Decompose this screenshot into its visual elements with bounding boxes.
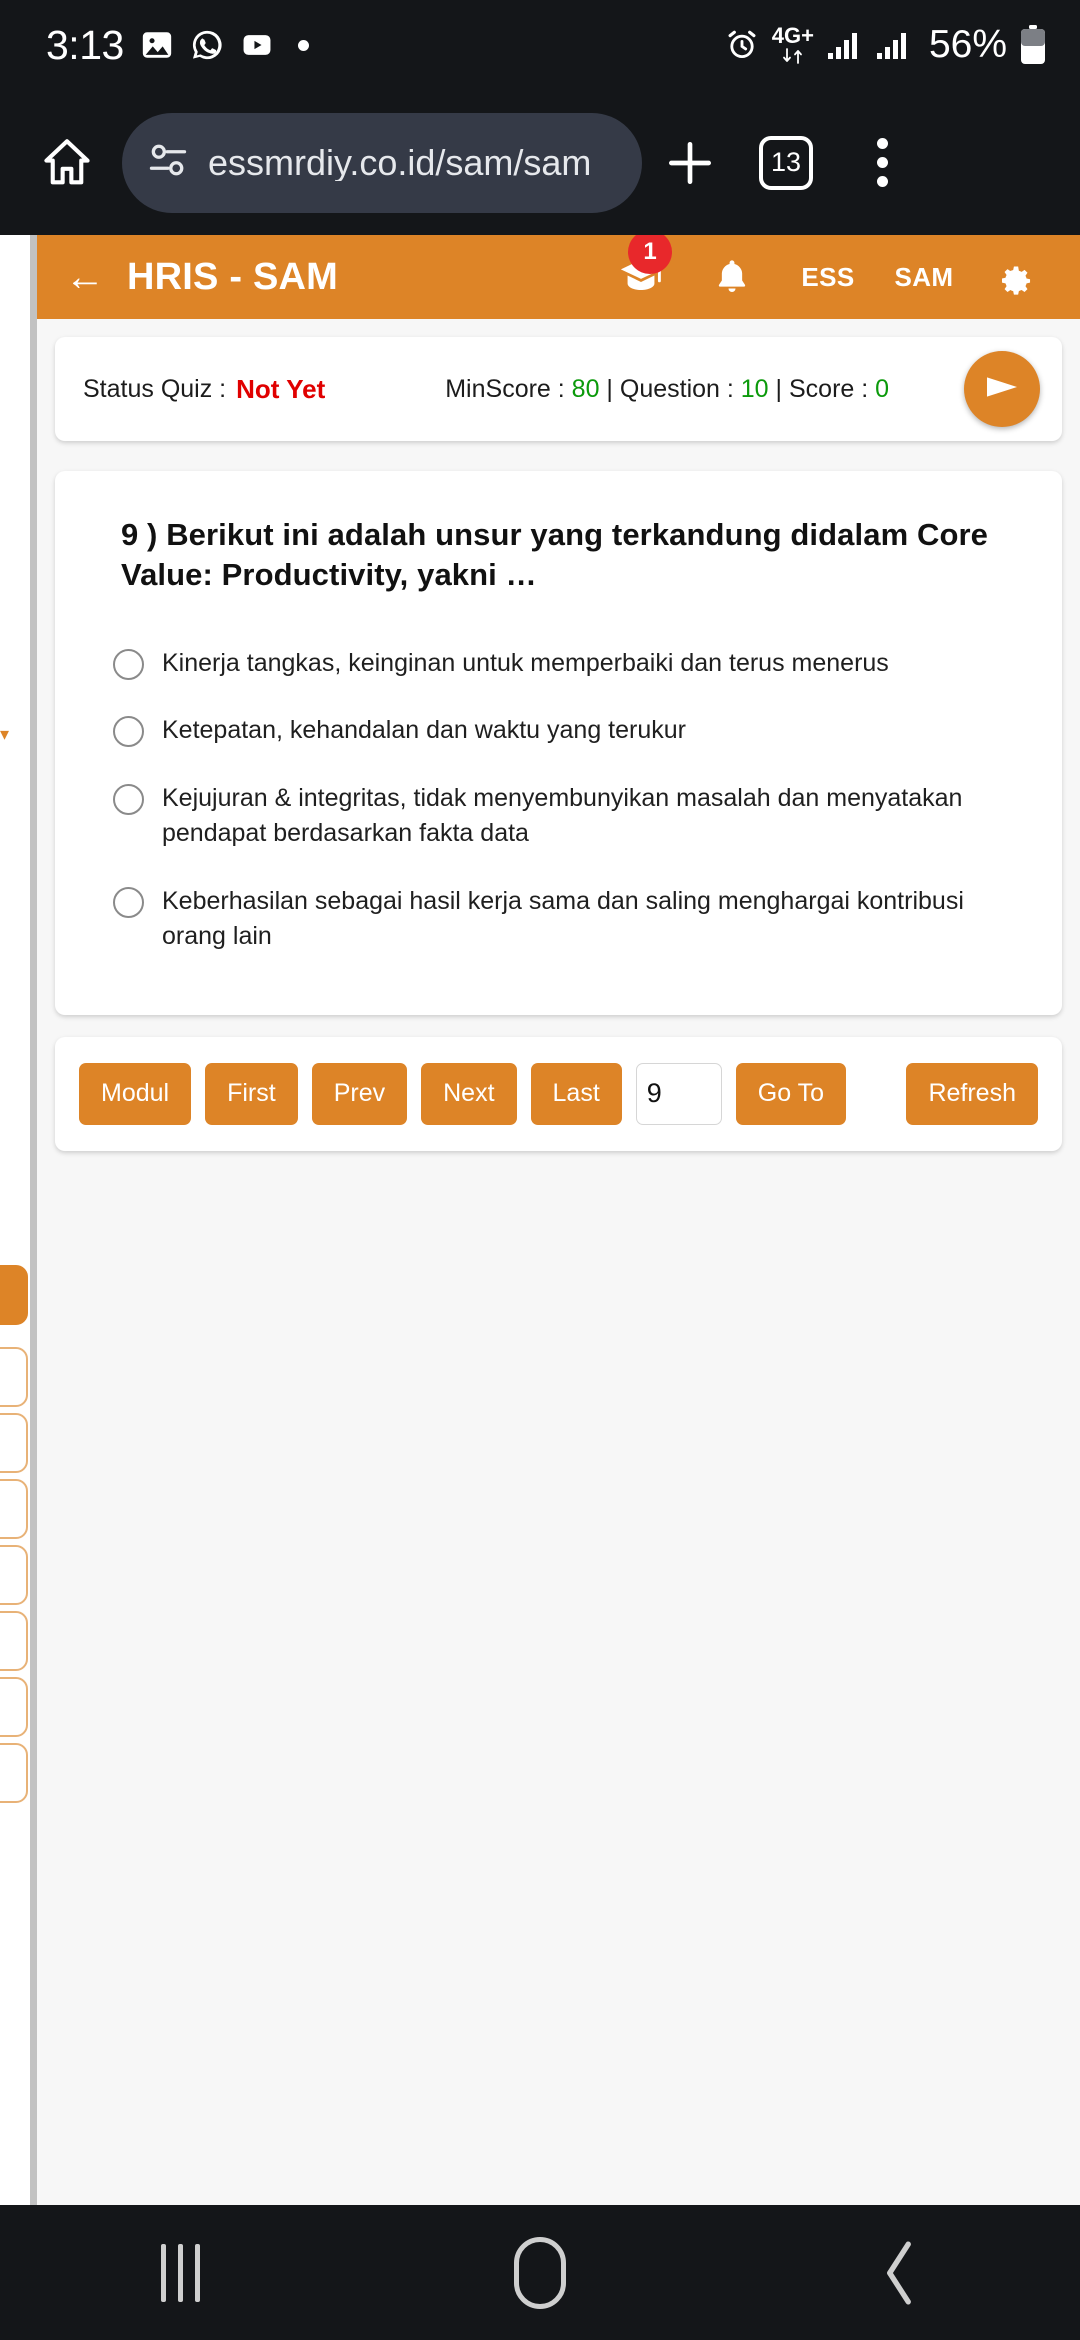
quiz-question-card: 9 ) Berikut ini adalah unsur yang terkan…	[55, 471, 1062, 1015]
quiz-status-card: Status Quiz : Not Yet MinScore : 80 | Qu…	[55, 337, 1062, 441]
app-header-actions: 1 ESS SAM	[598, 235, 1054, 300]
sidebar-chip[interactable]	[0, 1413, 28, 1473]
sidebar-chip[interactable]	[0, 1479, 28, 1539]
home-button-icon[interactable]	[440, 2236, 640, 2309]
quiz-navigation-card: Modul First Prev Next Last Go To Refresh	[55, 1036, 1062, 1151]
score-value: 0	[875, 374, 890, 403]
photos-icon	[140, 28, 174, 62]
radio-button-icon[interactable]	[113, 716, 144, 748]
sidebar-chip[interactable]	[0, 1545, 28, 1605]
browser-toolbar: essmrdiy.co.id/sam/sam 13	[0, 90, 1080, 235]
signal-icon-sim2	[876, 30, 912, 60]
app-header: ← HRIS - SAM 1 ESS SAM	[37, 235, 1080, 319]
sidebar-chip[interactable]	[0, 1611, 28, 1671]
back-button-icon[interactable]	[800, 2238, 1000, 2308]
back-arrow-icon[interactable]: ←	[65, 257, 105, 297]
network-type-label: 4G+	[771, 23, 814, 48]
goto-page-input[interactable]	[635, 1062, 722, 1125]
data-transfer-arrows-icon	[782, 48, 802, 64]
status-quiz-label: Status Quiz :	[83, 374, 227, 403]
first-button[interactable]: First	[205, 1062, 298, 1125]
status-bar-clock: 3:13	[46, 21, 124, 68]
sidebar-chip[interactable]	[0, 1743, 28, 1803]
tab-ess[interactable]: ESS	[780, 262, 876, 293]
graduation-cap-icon[interactable]: 1	[598, 235, 684, 300]
recents-icon[interactable]	[80, 2243, 280, 2302]
sidebar-chip-active[interactable]	[0, 1265, 28, 1325]
radio-button-icon[interactable]	[113, 648, 144, 680]
whatsapp-icon	[190, 28, 224, 62]
submit-quiz-button[interactable]	[964, 351, 1040, 427]
last-button[interactable]: Last	[530, 1062, 622, 1125]
omnibox-url-text[interactable]: essmrdiy.co.id/sam/sam	[208, 145, 591, 181]
radio-button-icon[interactable]	[113, 783, 144, 815]
sidebar-chip[interactable]	[0, 1347, 28, 1407]
signal-icon-sim1	[827, 30, 863, 60]
send-arrow-icon	[982, 367, 1022, 412]
answer-option-label: Ketepatan, kehandalan dan waktu yang ter…	[162, 716, 686, 745]
tab-sam[interactable]: SAM	[876, 262, 972, 293]
prev-button[interactable]: Prev	[311, 1062, 408, 1125]
next-button[interactable]: Next	[421, 1062, 517, 1125]
sidebar-chip[interactable]	[0, 1677, 28, 1737]
minscore-label: MinScore :	[445, 374, 565, 403]
answer-option-label: Keberhasilan sebagai hasil kerja sama da…	[162, 886, 964, 951]
tab-switcher-button[interactable]: 13	[738, 135, 834, 190]
tab-count-label[interactable]: 13	[759, 135, 813, 190]
status-bar-right: 4G+ 56%	[725, 23, 1046, 67]
new-tab-button[interactable]	[642, 135, 738, 191]
answer-option-label: Kejujuran & integritas, tidak menyembuny…	[162, 783, 963, 848]
offcanvas-divider	[30, 235, 37, 2205]
home-icon[interactable]	[28, 134, 106, 192]
page-title: HRIS - SAM	[127, 255, 338, 298]
question-value: 10	[740, 374, 769, 403]
answer-option-3[interactable]: Kejujuran & integritas, tidak menyembuny…	[99, 765, 1032, 868]
phone-screen: 3:13 4G+ 56% essmrdiy.co.id/sam/sam 13 ▾…	[0, 0, 1080, 2340]
modul-button[interactable]: Modul	[79, 1062, 192, 1125]
android-navigation-bar	[0, 2205, 1080, 2340]
score-label: Score :	[788, 374, 869, 403]
offcanvas-sidebar-sliver[interactable]: ▾	[0, 235, 30, 2205]
omnibox[interactable]: essmrdiy.co.id/sam/sam	[122, 112, 642, 213]
gear-icon[interactable]	[972, 255, 1054, 299]
network-type-indicator: 4G+	[772, 25, 814, 65]
android-status-bar: 3:13 4G+ 56%	[0, 0, 1080, 90]
battery-icon	[1020, 25, 1046, 65]
answer-option-1[interactable]: Kinerja tangkas, keinginan untuk memperb…	[99, 630, 1032, 698]
refresh-button[interactable]: Refresh	[906, 1062, 1038, 1125]
bell-icon[interactable]	[684, 256, 780, 298]
more-notifications-dot	[297, 39, 309, 51]
question-label: Question :	[619, 374, 734, 403]
page-content: ← HRIS - SAM 1 ESS SAM Status Quiz: Not…	[37, 235, 1080, 2205]
sidebar-caret-icon: ▾	[0, 724, 10, 744]
goto-button[interactable]: Go To	[735, 1062, 847, 1125]
notification-count-badge: 1	[628, 235, 672, 274]
overflow-menu-icon[interactable]	[834, 138, 930, 187]
answer-option-label: Kinerja tangkas, keinginan untuk memperb…	[162, 648, 889, 677]
web-page-viewport: ▾ ← HRIS - SAM 1 ESS SAM Status Quiz: N…	[0, 235, 1080, 2205]
answer-option-2[interactable]: Ketepatan, kehandalan dan waktu yang ter…	[99, 697, 1032, 765]
youtube-icon	[240, 28, 274, 62]
battery-percentage: 56%	[928, 23, 1007, 66]
site-settings-icon[interactable]	[146, 138, 190, 187]
alarm-icon	[725, 28, 759, 62]
status-badge: Not Yet	[236, 373, 326, 404]
quiz-meta: MinScore : 80 | Question : 10 | Score : …	[445, 374, 890, 403]
minscore-value: 80	[571, 374, 600, 403]
question-text: 9 ) Berikut ini adalah unsur yang terkan…	[121, 517, 988, 593]
radio-button-icon[interactable]	[113, 886, 144, 918]
status-bar-left: 3:13	[46, 21, 309, 68]
answer-option-4[interactable]: Keberhasilan sebagai hasil kerja sama da…	[99, 868, 1032, 971]
